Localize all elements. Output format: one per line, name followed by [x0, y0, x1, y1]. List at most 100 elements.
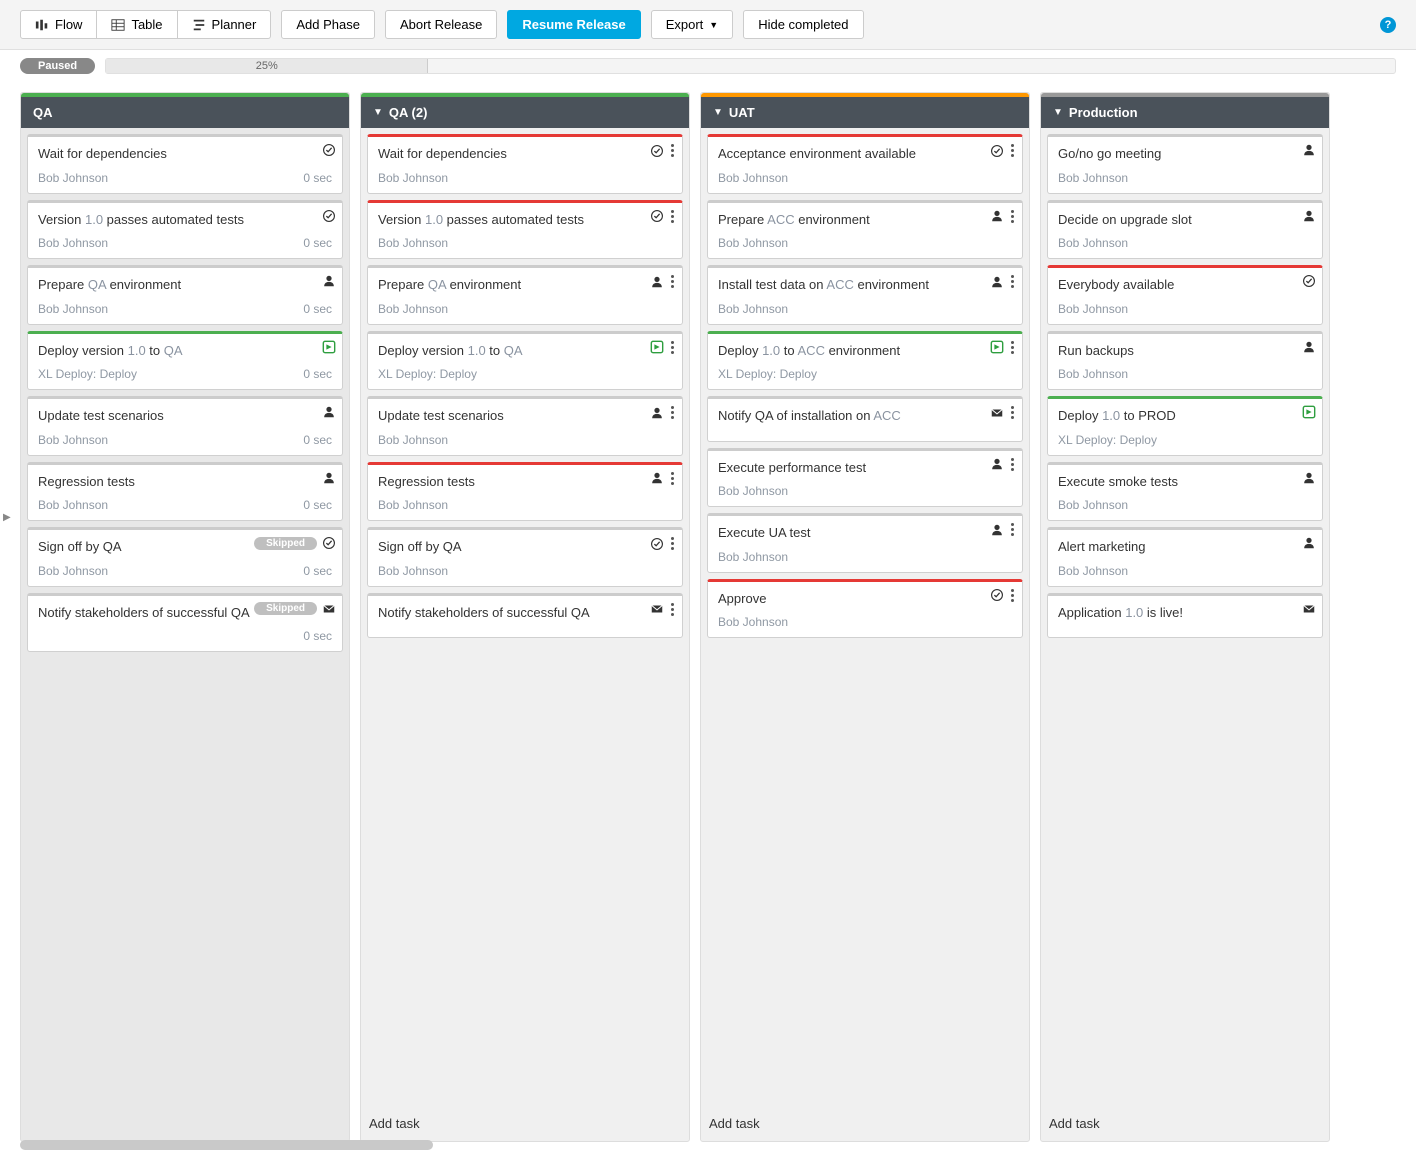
- mail-icon: [322, 602, 336, 616]
- task-assignee: Bob Johnson: [718, 550, 788, 564]
- task-card[interactable]: Wait for dependenciesBob Johnson: [367, 134, 683, 194]
- task-card[interactable]: Sign off by QABob Johnson: [367, 527, 683, 587]
- task-card[interactable]: Run backups Bob Johnson: [1047, 331, 1323, 391]
- task-menu-icon[interactable]: [669, 274, 676, 289]
- task-title: Regression tests: [38, 473, 332, 491]
- task-title: Execute smoke tests: [1058, 473, 1312, 491]
- tab-table[interactable]: Table: [97, 10, 177, 39]
- user-icon: [650, 471, 664, 485]
- phase-title: QA (2): [389, 105, 428, 120]
- task-menu-icon[interactable]: [669, 602, 676, 617]
- user-icon: [990, 209, 1004, 223]
- task-menu-icon[interactable]: [1009, 340, 1016, 355]
- task-menu-icon[interactable]: [669, 340, 676, 355]
- task-card[interactable]: Update test scenariosBob Johnson: [367, 396, 683, 456]
- task-card[interactable]: Regression testsBob Johnson: [367, 462, 683, 522]
- phase-column: ▼UAT Acceptance environment availableBob …: [700, 92, 1030, 1142]
- task-list: Go/no go meetingBob JohnsonDecide on upg…: [1041, 128, 1329, 1108]
- task-menu-icon[interactable]: [669, 471, 676, 486]
- task-duration: 0 sec: [303, 564, 332, 578]
- task-card[interactable]: Application 1.0 is live!: [1047, 593, 1323, 639]
- phase-column: QAWait for dependenciesBob Johnson0 secV…: [20, 92, 350, 1142]
- add-task-button[interactable]: Add task: [361, 1108, 689, 1141]
- task-assignee: XL Deploy: Deploy: [378, 367, 477, 381]
- horizontal-scrollbar[interactable]: [20, 1140, 1396, 1152]
- task-assignee: Bob Johnson: [1058, 302, 1128, 316]
- task-menu-icon[interactable]: [1009, 405, 1016, 420]
- task-card[interactable]: Notify QA of installation on ACC: [707, 396, 1023, 442]
- task-menu-icon[interactable]: [1009, 143, 1016, 158]
- task-card[interactable]: Execute performance testBob Johnson: [707, 448, 1023, 508]
- task-card[interactable]: Deploy version 1.0 to QA XL Deploy: Deplo…: [367, 331, 683, 391]
- task-card[interactable]: Execute smoke tests Bob Johnson: [1047, 462, 1323, 522]
- task-menu-icon[interactable]: [1009, 588, 1016, 603]
- task-card[interactable]: Acceptance environment availableBob John…: [707, 134, 1023, 194]
- task-card[interactable]: Regression testsBob Johnson0 sec: [27, 462, 343, 522]
- add-task-button[interactable]: Add task: [701, 1108, 1029, 1141]
- task-title: Version 1.0 passes automated tests: [378, 211, 672, 229]
- task-assignee: Bob Johnson: [378, 236, 448, 250]
- task-assignee: Bob Johnson: [378, 302, 448, 316]
- user-icon: [650, 275, 664, 289]
- task-card[interactable]: Deploy version 1.0 to QAXL Deploy: Deplo…: [27, 331, 343, 391]
- task-menu-icon[interactable]: [669, 405, 676, 420]
- tab-flow[interactable]: Flow: [20, 10, 97, 39]
- phase-header[interactable]: QA: [21, 97, 349, 128]
- task-menu-icon[interactable]: [1009, 209, 1016, 224]
- task-card[interactable]: Notify stakeholders of successful QA: [367, 593, 683, 639]
- task-card[interactable]: SkippedSign off by QABob Johnson0 sec: [27, 527, 343, 587]
- export-button[interactable]: Export ▼: [651, 10, 734, 39]
- task-card[interactable]: Decide on upgrade slotBob Johnson: [1047, 200, 1323, 260]
- tab-planner[interactable]: Planner: [178, 10, 272, 39]
- task-menu-icon[interactable]: [669, 143, 676, 158]
- task-assignee: Bob Johnson: [1058, 367, 1128, 381]
- task-menu-icon[interactable]: [669, 209, 676, 224]
- task-card[interactable]: Update test scenariosBob Johnson0 sec: [27, 396, 343, 456]
- task-menu-icon[interactable]: [1009, 274, 1016, 289]
- task-menu-icon[interactable]: [1009, 457, 1016, 472]
- task-card[interactable]: ApproveBob Johnson: [707, 579, 1023, 639]
- mail-icon: [1302, 602, 1316, 616]
- task-menu-icon[interactable]: [669, 536, 676, 551]
- task-card[interactable]: Alert marketingBob Johnson: [1047, 527, 1323, 587]
- phase-header[interactable]: ▼QA (2): [361, 97, 689, 128]
- abort-release-button[interactable]: Abort Release: [385, 10, 497, 39]
- tab-planner-label: Planner: [212, 17, 257, 32]
- caret-down-icon: ▼: [709, 20, 718, 30]
- task-card[interactable]: Everybody availableBob Johnson: [1047, 265, 1323, 325]
- skipped-badge: Skipped: [254, 602, 317, 615]
- task-list: Wait for dependenciesBob Johnson0 secVer…: [21, 128, 349, 1141]
- help-icon[interactable]: ?: [1380, 17, 1396, 33]
- task-assignee: Bob Johnson: [1058, 498, 1128, 512]
- check-icon: [322, 143, 336, 157]
- task-title: Deploy version 1.0 to QA: [378, 342, 672, 360]
- hide-completed-button[interactable]: Hide completed: [743, 10, 863, 39]
- task-card[interactable]: Execute UA testBob Johnson: [707, 513, 1023, 573]
- task-card[interactable]: Version 1.0 passes automated tests Bob Jo…: [367, 200, 683, 260]
- add-task-button[interactable]: Add task: [1041, 1108, 1329, 1141]
- task-card[interactable]: Deploy 1.0 to PRODXL Deploy: Deploy: [1047, 396, 1323, 456]
- phase-header[interactable]: ▼Production: [1041, 97, 1329, 128]
- resume-release-button[interactable]: Resume Release: [507, 10, 640, 39]
- mail-icon: [990, 406, 1004, 420]
- task-card[interactable]: Prepare QA environmentBob Johnson0 sec: [27, 265, 343, 325]
- task-card[interactable]: Version 1.0 passes automated testsBob Jo…: [27, 200, 343, 260]
- task-card[interactable]: Go/no go meetingBob Johnson: [1047, 134, 1323, 194]
- phase-header[interactable]: ▼UAT: [701, 97, 1029, 128]
- task-card[interactable]: SkippedNotify stakeholders of successful…: [27, 593, 343, 653]
- task-title: Run backups: [1058, 342, 1312, 360]
- task-card[interactable]: Install test data on ACC environmentBob …: [707, 265, 1023, 325]
- task-card[interactable]: Prepare QA environmentBob Johnson: [367, 265, 683, 325]
- progress-bar: 25%: [105, 58, 1396, 74]
- task-assignee: Bob Johnson: [38, 564, 108, 578]
- add-phase-button[interactable]: Add Phase: [281, 10, 375, 39]
- task-card[interactable]: Wait for dependenciesBob Johnson0 sec: [27, 134, 343, 194]
- task-menu-icon[interactable]: [1009, 522, 1016, 537]
- task-title: Wait for dependencies: [378, 145, 672, 163]
- task-title: Deploy version 1.0 to QA: [38, 342, 332, 360]
- task-title: Prepare QA environment: [38, 276, 332, 294]
- user-icon: [990, 523, 1004, 537]
- collapse-handle-icon[interactable]: ▶: [3, 512, 11, 523]
- task-card[interactable]: Deploy 1.0 to ACC environmentXL Deploy: …: [707, 331, 1023, 391]
- task-card[interactable]: Prepare ACC environmentBob Johnson: [707, 200, 1023, 260]
